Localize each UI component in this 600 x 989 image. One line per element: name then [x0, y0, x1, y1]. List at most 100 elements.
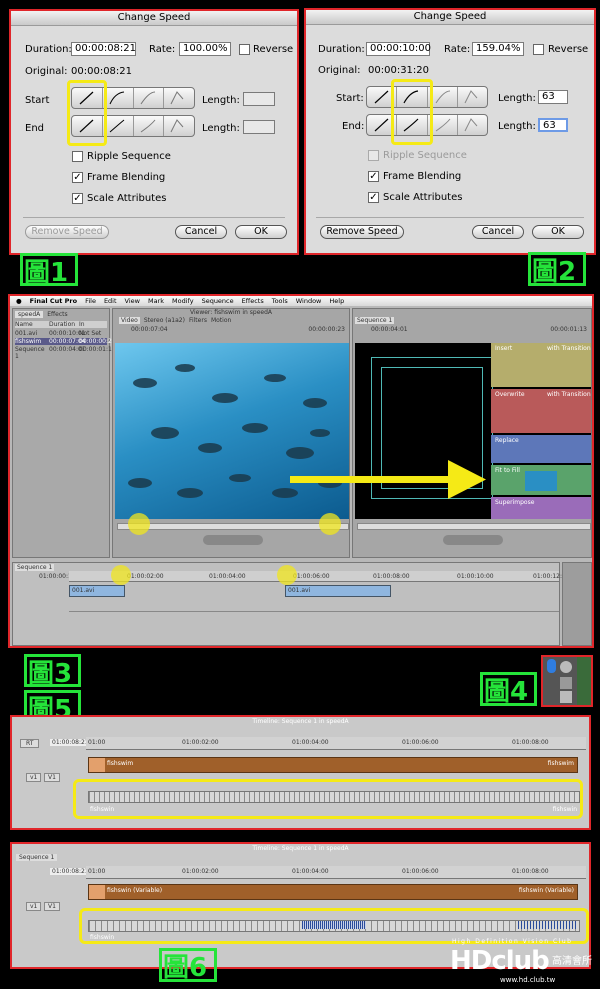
- rate-field[interactable]: 100.00%: [179, 42, 231, 56]
- timeline-clip[interactable]: 001.avi: [285, 585, 391, 597]
- remove-speed-button[interactable]: Remove Speed: [25, 225, 109, 239]
- original-label: Original:: [318, 65, 361, 76]
- selection-tool-icon[interactable]: [547, 659, 556, 673]
- fit-to-fill-overlay[interactable]: Fit to Fill: [491, 465, 591, 495]
- start-length-field[interactable]: 63: [538, 90, 568, 104]
- timeline-tab[interactable]: Sequence 1: [15, 564, 55, 571]
- menu-sequence[interactable]: Sequence: [202, 296, 234, 306]
- ruler-tick: 01:00:02:00: [182, 739, 219, 746]
- viewer-tab-filters[interactable]: Filters: [189, 317, 207, 324]
- menu-modify[interactable]: Modify: [172, 296, 194, 306]
- menu-help[interactable]: Help: [329, 296, 344, 306]
- viewer-scrubber[interactable]: [117, 523, 349, 530]
- track-divider: [69, 611, 559, 612]
- canvas-transport-controls[interactable]: [443, 535, 503, 545]
- scale-attributes-checkbox[interactable]: ✓: [72, 193, 83, 204]
- menu-window[interactable]: Window: [296, 296, 322, 306]
- change-speed-dialog-1: Change Speed Duration: 00:00:08:21 Rate:…: [9, 9, 299, 255]
- ripple-checkbox[interactable]: [368, 150, 379, 161]
- timeline-clip[interactable]: 001.avi: [69, 585, 125, 597]
- menu-effects[interactable]: Effects: [242, 296, 264, 306]
- timeline-ruler[interactable]: [86, 737, 586, 750]
- apple-icon[interactable]: ●: [16, 296, 22, 306]
- timeline-tab[interactable]: Sequence 1: [16, 854, 58, 861]
- duration-field[interactable]: 00:00:10:00: [366, 42, 431, 56]
- ruler-tick: 01:00: [88, 868, 106, 875]
- end-label: End:: [342, 121, 365, 132]
- cancel-button[interactable]: Cancel: [175, 225, 227, 239]
- transport-controls[interactable]: [203, 535, 263, 545]
- canvas-current-tc[interactable]: 00:00:01:13: [550, 326, 587, 333]
- ruler-tick: 01:00:06:00: [293, 573, 330, 580]
- track-source-v1[interactable]: v1: [26, 773, 42, 782]
- scale-attributes-checkbox[interactable]: ✓: [368, 192, 379, 203]
- list-item[interactable]: Sequence 1 00:00:04:01 00:00:01:18: [15, 346, 116, 360]
- ruler-tick: 01:00:04:00: [292, 868, 329, 875]
- track-dest-V1[interactable]: V1: [44, 773, 60, 782]
- ruler-tick: 01:00:04:00: [209, 573, 246, 580]
- viewer-tab-video[interactable]: Video: [119, 317, 140, 324]
- frame-blending-checkbox[interactable]: ✓: [368, 171, 379, 182]
- ok-button[interactable]: OK: [235, 225, 287, 239]
- start-length-field[interactable]: [243, 92, 275, 106]
- timeline-clip[interactable]: fishswim fishswim: [88, 757, 578, 773]
- viewer-tab-motion[interactable]: Motion: [211, 317, 231, 324]
- rate-field[interactable]: 159.04%: [472, 42, 524, 56]
- browser-tab-effects[interactable]: Effects: [47, 311, 67, 318]
- viewer-tab-stereo[interactable]: Stereo (a1a2): [144, 317, 185, 324]
- end-label: End: [25, 123, 45, 134]
- insert-overlay[interactable]: Insert with Transition: [491, 343, 591, 387]
- reverse-checkbox[interactable]: [239, 44, 250, 55]
- rt-menu-button[interactable]: RT: [20, 739, 40, 748]
- timeline-current-tc[interactable]: 01:00:08:21: [50, 739, 91, 746]
- track-dest-V1[interactable]: V1: [44, 902, 60, 911]
- superimpose-overlay[interactable]: Superimpose: [491, 497, 591, 519]
- menu-app[interactable]: Final Cut Pro: [30, 296, 77, 306]
- menu-mark[interactable]: Mark: [148, 296, 164, 306]
- duration-label: Duration:: [25, 44, 72, 55]
- overwrite-overlay[interactable]: Overwrite with Transition: [491, 389, 591, 433]
- menu-edit[interactable]: Edit: [104, 296, 117, 306]
- remove-speed-button[interactable]: Remove Speed: [320, 225, 404, 239]
- viewer-panel: Viewer: fishswim in speedA Video Stereo …: [112, 308, 350, 558]
- start-label: Start: [25, 95, 50, 106]
- ruler-tick: 01:00:06:00: [402, 868, 439, 875]
- viewer-current-tc[interactable]: 00:00:00:23: [308, 326, 345, 333]
- timeline-current-tc[interactable]: 01:00:08:21: [50, 868, 91, 875]
- replace-overlay[interactable]: Replace: [491, 435, 591, 463]
- frame-blending-checkbox[interactable]: ✓: [72, 172, 83, 183]
- list-item[interactable]: fishswim 00:00:07:04 00:00:00:23: [15, 338, 116, 345]
- timeline-clip[interactable]: fishswin (Variable) fishswin (Variable): [88, 884, 578, 900]
- browser-col-duration[interactable]: Duration: [49, 321, 79, 328]
- end-length-field[interactable]: 63: [538, 118, 568, 132]
- razor-tool-icon[interactable]: [560, 661, 572, 673]
- cancel-button[interactable]: Cancel: [472, 225, 524, 239]
- duration-label: Duration:: [318, 44, 365, 55]
- speed-tool-icon[interactable]: [560, 677, 572, 689]
- canvas-duration-tc[interactable]: 00:00:04:01: [371, 326, 408, 333]
- browser-tab-project[interactable]: speedA: [15, 311, 44, 318]
- ruler-tick: 01:00:08:00: [373, 573, 410, 580]
- ok-button[interactable]: OK: [532, 225, 584, 239]
- browser-col-name[interactable]: Name: [15, 321, 49, 328]
- menu-file[interactable]: File: [85, 296, 96, 306]
- timeline-panel: Sequence 1 01:00:00:13 01:00:02:00 01:00…: [12, 562, 570, 646]
- duration-field[interactable]: 00:00:08:21: [71, 42, 136, 56]
- ruler-tick: 01:00:02:00: [182, 868, 219, 875]
- pen-tool-icon[interactable]: [560, 691, 572, 703]
- canvas-scrubber[interactable]: [357, 523, 591, 530]
- menu-tools[interactable]: Tools: [272, 296, 288, 306]
- curve-icons: [374, 90, 478, 132]
- end-length-field[interactable]: [243, 120, 275, 134]
- ripple-checkbox[interactable]: [72, 151, 83, 162]
- browser-col-in[interactable]: In: [79, 321, 107, 328]
- list-item[interactable]: 001.avi 00:00:10:01 Not Set: [15, 330, 107, 337]
- timeline-ruler[interactable]: [86, 866, 586, 879]
- original-label: Original:: [25, 66, 68, 77]
- canvas-tab[interactable]: Sequence 1: [355, 317, 395, 324]
- reverse-checkbox[interactable]: [533, 44, 544, 55]
- track-source-v1[interactable]: v1: [26, 902, 42, 911]
- length-label: Length:: [202, 95, 240, 106]
- menu-view[interactable]: View: [125, 296, 140, 306]
- viewer-duration-tc[interactable]: 00:00:07:04: [131, 326, 168, 333]
